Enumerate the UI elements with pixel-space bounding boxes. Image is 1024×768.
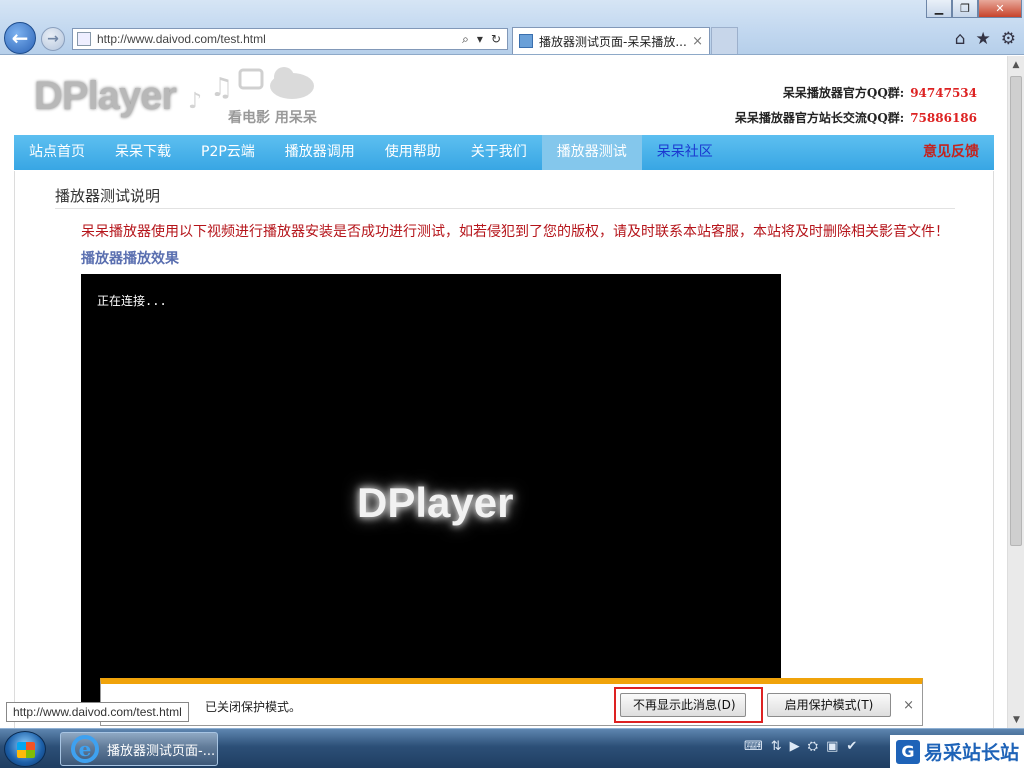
scroll-thumb[interactable] (1010, 76, 1022, 546)
search-icon[interactable]: ⌕ (462, 32, 469, 47)
vertical-scrollbar[interactable]: ▲ ▼ (1007, 56, 1024, 728)
qq-webmaster-label: 呆呆播放器官方站长交流QQ群: (734, 111, 905, 125)
media-icon[interactable]: ▶ (790, 739, 800, 754)
taskbar-ie-button[interactable]: e 播放器测试页面-... (60, 732, 218, 766)
network-icon[interactable]: ⇅ (771, 739, 782, 754)
tab-close-icon[interactable]: × (692, 34, 703, 49)
site-slogan: 看电影 用呆呆 (228, 110, 317, 126)
start-button[interactable] (4, 731, 46, 767)
taskbar-ie-label: 播放器测试页面-... (107, 743, 216, 759)
nav-help[interactable]: 使用帮助 (370, 135, 456, 170)
nav-player-embed[interactable]: 播放器调用 (270, 135, 370, 170)
nav-player-test[interactable]: 播放器测试 (541, 135, 642, 170)
enable-protected-mode-button[interactable]: 启用保护模式(T) (767, 693, 891, 717)
copyright-notice: 呆呆播放器使用以下视频进行播放器安装是否成功进行测试，如若侵犯到了您的版权，请及… (81, 224, 949, 240)
window-controls: ▁ ❐ ✕ (926, 0, 1022, 18)
keyboard-icon[interactable]: ⌨ (744, 739, 763, 754)
minimize-button[interactable]: ▁ (926, 0, 952, 18)
forward-button[interactable]: → (41, 27, 65, 51)
nav-community[interactable]: 呆呆社区 (642, 135, 728, 170)
refresh-icon[interactable]: ↻ (491, 32, 501, 47)
nav-feedback[interactable]: 意见反馈 (908, 135, 994, 170)
protected-mode-infobar: 已关闭保护模式。 不再显示此消息(D) 启用保护模式(T) × (100, 678, 923, 726)
scroll-up-icon[interactable]: ▲ (1008, 56, 1024, 73)
content-panel: 播放器测试说明 呆呆播放器使用以下视频进行播放器安装是否成功进行测试，如若侵犯到… (14, 171, 994, 728)
check-icon[interactable]: ✔ (846, 739, 857, 754)
tray-app-icon[interactable]: ⛭ (808, 739, 818, 754)
ie-icon: e (71, 735, 99, 763)
qq-group-number: 94747534 (910, 86, 977, 100)
player-status: 正在连接... (97, 294, 167, 308)
nav-home[interactable]: 站点首页 (14, 135, 100, 170)
browser-chrome: ▁ ❐ ✕ ← → http://www.daivod.com/test.htm… (0, 0, 1024, 55)
tab-favicon-icon (519, 34, 533, 48)
video-player[interactable]: 正在连接... DPlayer (81, 274, 781, 704)
section-divider (55, 208, 955, 209)
nav-about[interactable]: 关于我们 (456, 135, 542, 170)
settings-icon[interactable]: ⚙ (1001, 29, 1016, 49)
address-url[interactable]: http://www.daivod.com/test.html (97, 32, 462, 46)
section-title: 播放器测试说明 (55, 187, 161, 205)
player-watermark: DPlayer (357, 479, 514, 526)
main-navbar: 站点首页 呆呆下载 P2P云端 播放器调用 使用帮助 关于我们 播放器测试 呆呆… (14, 135, 994, 170)
browser-tab[interactable]: 播放器测试页面-呆呆播放... × (512, 27, 710, 54)
favorites-icon[interactable]: ★ (976, 29, 991, 49)
player-subtitle: 播放器播放效果 (81, 251, 179, 267)
link-status-tooltip: http://www.daivod.com/test.html (6, 702, 189, 722)
nav-download[interactable]: 呆呆下载 (100, 135, 186, 170)
tab-title: 播放器测试页面-呆呆播放... (539, 34, 687, 49)
page-icon (77, 32, 91, 46)
infobar-close-icon[interactable]: × (903, 698, 914, 713)
svg-text:♫: ♫ (210, 73, 233, 103)
maximize-button[interactable]: ❐ (952, 0, 978, 18)
system-tray: ⌨ ⇅ ▶ ⛭ ▣ ✔ (744, 739, 857, 754)
back-button[interactable]: ← (4, 22, 36, 54)
nav-p2p-cloud[interactable]: P2P云端 (186, 135, 270, 170)
svg-text:♪: ♪ (188, 89, 202, 114)
close-window-button[interactable]: ✕ (978, 0, 1022, 18)
watermark-logo-text: 易采站长站 (924, 742, 1020, 764)
new-tab-button[interactable] (711, 27, 738, 54)
dont-show-again-button[interactable]: 不再显示此消息(D) (620, 693, 746, 717)
infobar-message: 已关闭保护模式。 (205, 700, 302, 714)
watermark-logo-icon: G (896, 739, 920, 764)
watermark-logo: G 易采站长站 (890, 735, 1024, 768)
page-viewport: DPlayer ♪ ♫ 看电影 用呆呆 呆呆播放器官方QQ群: 94747534 … (0, 56, 1007, 728)
dropdown-icon[interactable]: ▾ (477, 32, 483, 47)
site-logo[interactable]: DPlayer (34, 74, 177, 119)
qq-group-label: 呆呆播放器官方QQ群: (782, 86, 905, 100)
scroll-down-icon[interactable]: ▼ (1008, 711, 1024, 728)
toolbar-icons: ⌂ ★ ⚙ (955, 29, 1016, 49)
address-bar[interactable]: http://www.daivod.com/test.html ⌕ ▾ ↻ (72, 28, 508, 50)
vm-icon[interactable]: ▣ (826, 739, 838, 754)
taskbar: e 播放器测试页面-... ⌨ ⇅ ▶ ⛭ ▣ ✔ (0, 728, 1024, 768)
qq-webmaster-number: 75886186 (910, 111, 977, 125)
home-icon[interactable]: ⌂ (955, 29, 966, 49)
qq-webmaster-line: 呆呆播放器官方站长交流QQ群: 75886186 (735, 109, 977, 126)
qq-group-line: 呆呆播放器官方QQ群: 94747534 (783, 84, 977, 101)
